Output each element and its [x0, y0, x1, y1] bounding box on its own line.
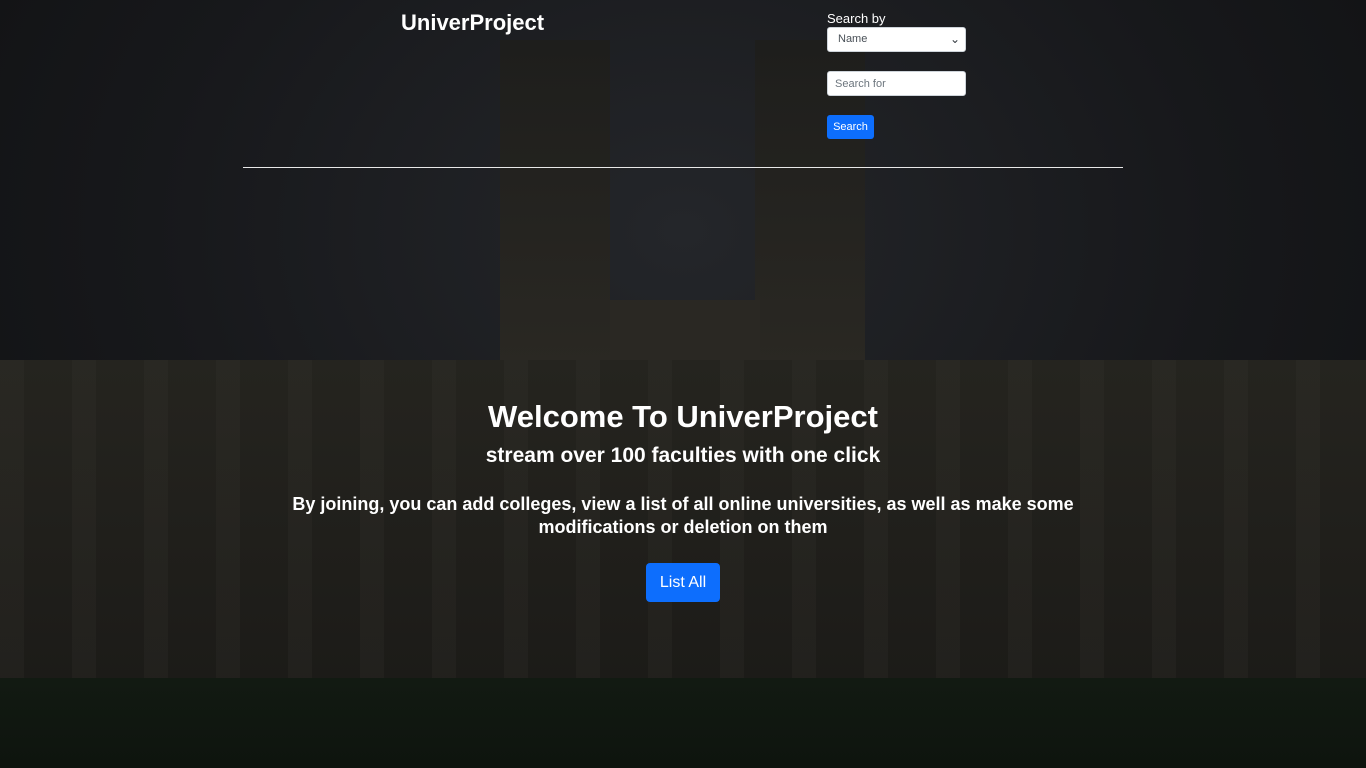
search-button[interactable]: Search [827, 115, 874, 139]
hero-description: By joining, you can add colleges, view a… [292, 494, 1074, 537]
brand-logo[interactable]: UniverProject [401, 9, 544, 37]
hero-subtitle: stream over 100 faculties with one click [485, 444, 881, 467]
search-by-selected-value: Name [838, 33, 868, 45]
chevron-down-icon: ⌄ [949, 32, 960, 46]
hero-title: Welcome To UniverProject [488, 399, 878, 434]
list-all-button[interactable]: List All [646, 563, 720, 602]
page-content: UniverProject Search by Name ⌄ Search We… [0, 0, 1366, 768]
search-input[interactable] [827, 71, 966, 96]
search-by-label: Search by [827, 11, 886, 26]
search-by-select[interactable]: Name ⌄ [827, 27, 966, 52]
header-divider [243, 167, 1123, 168]
